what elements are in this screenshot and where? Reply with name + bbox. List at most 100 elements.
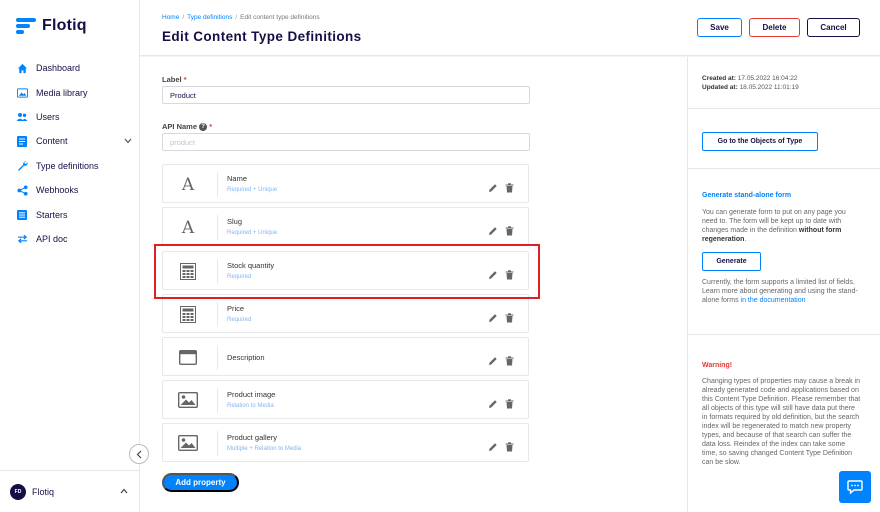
standalone-form-title: Generate stand-alone form: [702, 192, 792, 199]
property-card-product-gallery[interactable]: Product gallery Multiple + Relation to M…: [162, 423, 529, 462]
property-name: Description: [227, 353, 265, 362]
help-icon[interactable]: ?: [199, 123, 208, 132]
label-field-label: Label *: [162, 75, 187, 84]
standalone-form-note: Currently, the form supports a limited l…: [702, 279, 858, 304]
trash-icon[interactable]: [505, 223, 514, 236]
property-meta: Multiple + Relation to Media: [227, 446, 302, 452]
share-icon: [16, 184, 28, 196]
api-name-input[interactable]: product: [162, 133, 530, 151]
sidebar-item-label: Type definitions: [36, 160, 99, 171]
sidebar-item-label: Media library: [36, 87, 88, 98]
api-name-field-label: API Name ? *: [162, 122, 213, 132]
right-panel: Created at: 17.05.2022 16:04:22 Updated …: [687, 57, 880, 512]
property-name: Stock quantity: [227, 261, 275, 270]
page-title: Edit Content Type Definitions: [162, 29, 362, 44]
sidebar-item-media-library[interactable]: Media library: [0, 80, 140, 104]
breadcrumb: Home / Type definitions / Edit content type …: [162, 14, 320, 21]
chevron-up-icon[interactable]: [120, 487, 128, 496]
sidebar-item-content[interactable]: Content: [0, 129, 140, 153]
user-name: Flotiq: [32, 486, 55, 497]
updated-at: Updated at: 18.05.2022 11:01:19: [702, 84, 799, 91]
property-meta: Relation to Media: [227, 403, 274, 409]
swap-icon: [16, 233, 28, 245]
avatar: FD: [10, 483, 26, 500]
user-menu[interactable]: FD Flotiq: [0, 470, 140, 512]
trash-icon[interactable]: [505, 353, 514, 366]
add-property-button[interactable]: Add property: [162, 473, 239, 492]
property-card-description[interactable]: Description: [162, 337, 529, 376]
pencil-icon[interactable]: [488, 396, 498, 408]
trash-icon[interactable]: [505, 439, 514, 452]
sidebar-nav: Dashboard Media library Users Content Ty…: [0, 56, 140, 251]
label-input[interactable]: Product: [162, 86, 530, 104]
text-icon: A: [177, 217, 199, 237]
trash-icon[interactable]: [505, 267, 514, 280]
flotiq-logo-icon: [16, 16, 36, 36]
content-icon: [16, 135, 28, 147]
svg-text:A: A: [181, 219, 195, 235]
sidebar-collapse-button[interactable]: [129, 444, 149, 464]
chevron-down-icon[interactable]: [124, 137, 132, 146]
warning-text: Changing types of properties may cause a…: [702, 378, 861, 466]
pencil-icon[interactable]: [488, 353, 498, 365]
pencil-icon[interactable]: [488, 180, 498, 192]
page-header: Home / Type definitions / Edit content type …: [140, 0, 880, 56]
pencil-icon[interactable]: [488, 267, 498, 279]
pencil-icon[interactable]: [488, 223, 498, 235]
cancel-button[interactable]: Cancel: [807, 18, 860, 37]
home-icon: [16, 62, 28, 74]
calculator-icon: [177, 304, 199, 324]
sidebar-item-label: Dashboard: [36, 63, 81, 74]
sidebar-item-label: Users: [36, 111, 60, 122]
created-at: Created at: 17.05.2022 16:04:22: [702, 75, 798, 82]
sidebar-item-label: API doc: [36, 233, 68, 244]
property-card-name[interactable]: A Name Required + Unique: [162, 164, 529, 203]
property-card-stock-quantity[interactable]: Stock quantity Required: [162, 251, 529, 290]
sidebar-item-dashboard[interactable]: Dashboard: [0, 56, 140, 80]
property-meta: Required: [227, 274, 252, 280]
logo[interactable]: Flotiq: [16, 16, 87, 36]
property-name: Price: [227, 304, 245, 313]
chat-icon: [847, 480, 863, 494]
image-icon: [177, 433, 199, 453]
go-to-objects-button[interactable]: Go to the Objects of Type: [702, 132, 818, 151]
chat-button[interactable]: [839, 471, 871, 503]
standalone-form-text: You can generate form to put on any page…: [702, 209, 846, 243]
property-card-slug[interactable]: A Slug Required + Unique: [162, 207, 529, 246]
property-meta: Required + Unique: [227, 230, 278, 236]
trash-icon[interactable]: [505, 180, 514, 193]
breadcrumb-home[interactable]: Home: [162, 14, 179, 21]
sidebar-item-api-doc[interactable]: API doc: [0, 227, 140, 251]
wrench-icon: [16, 160, 28, 172]
sidebar-item-starters[interactable]: Starters: [0, 202, 140, 226]
breadcrumb-type-definitions[interactable]: Type definitions: [187, 14, 232, 21]
objects-section: Go to the Objects of Type: [688, 109, 880, 169]
pencil-icon[interactable]: [488, 310, 498, 322]
documentation-link[interactable]: in the documentation: [741, 297, 806, 304]
warning-title: Warning!: [702, 362, 733, 369]
pencil-icon[interactable]: [488, 439, 498, 451]
save-button[interactable]: Save: [697, 18, 742, 37]
standalone-form-section: Generate stand-alone form You can genera…: [688, 169, 880, 335]
app-name: Flotiq: [42, 17, 87, 34]
sidebar: Flotiq Dashboard Media library Users Con…: [0, 0, 140, 512]
sidebar-item-users[interactable]: Users: [0, 105, 140, 129]
sidebar-item-label: Starters: [36, 209, 68, 220]
image-icon: [16, 87, 28, 99]
trash-icon[interactable]: [505, 310, 514, 323]
list-icon: [16, 209, 28, 221]
trash-icon[interactable]: [505, 396, 514, 409]
delete-button[interactable]: Delete: [749, 18, 800, 37]
calculator-icon: [177, 261, 199, 281]
property-meta: Required + Unique: [227, 187, 278, 193]
sidebar-item-type-definitions[interactable]: Type definitions: [0, 154, 140, 178]
property-card-price[interactable]: Price Required: [162, 294, 529, 333]
generate-button[interactable]: Generate: [702, 252, 761, 271]
sidebar-item-label: Webhooks: [36, 185, 79, 196]
property-card-product-image[interactable]: Product image Relation to Media: [162, 380, 529, 419]
sidebar-item-label: Content: [36, 136, 68, 147]
sidebar-item-webhooks[interactable]: Webhooks: [0, 178, 140, 202]
breadcrumb-current: Edit content type definitions: [240, 14, 320, 21]
text-icon: A: [177, 174, 199, 194]
property-name: Name: [227, 174, 248, 183]
